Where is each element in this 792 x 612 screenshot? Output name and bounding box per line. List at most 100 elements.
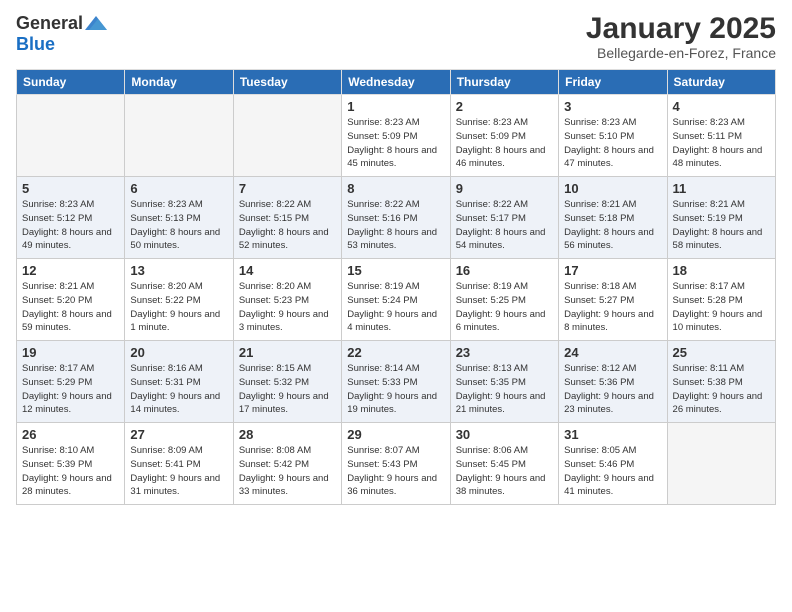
- day-number: 7: [239, 181, 336, 196]
- header-friday: Friday: [559, 70, 667, 95]
- table-row: 31Sunrise: 8:05 AM Sunset: 5:46 PM Dayli…: [559, 423, 667, 505]
- table-row: 16Sunrise: 8:19 AM Sunset: 5:25 PM Dayli…: [450, 259, 558, 341]
- day-info: Sunrise: 8:17 AM Sunset: 5:28 PM Dayligh…: [673, 280, 770, 335]
- day-number: 13: [130, 263, 227, 278]
- day-number: 4: [673, 99, 770, 114]
- day-info: Sunrise: 8:15 AM Sunset: 5:32 PM Dayligh…: [239, 362, 336, 417]
- table-row: 11Sunrise: 8:21 AM Sunset: 5:19 PM Dayli…: [667, 177, 775, 259]
- day-info: Sunrise: 8:23 AM Sunset: 5:11 PM Dayligh…: [673, 116, 770, 171]
- day-number: 14: [239, 263, 336, 278]
- day-number: 12: [22, 263, 119, 278]
- day-info: Sunrise: 8:16 AM Sunset: 5:31 PM Dayligh…: [130, 362, 227, 417]
- table-row: 24 Sunrise: 8:12 AM Sunset: 5:36 PM Dayli…: [559, 341, 667, 423]
- day-info: Sunrise: 8:22 AM Sunset: 5:15 PM Dayligh…: [239, 198, 336, 253]
- table-row: 26 Sunrise: 8:10 AM Sunset: 5:39 PM Dayli…: [17, 423, 125, 505]
- day-number: 1: [347, 99, 444, 114]
- header-monday: Monday: [125, 70, 233, 95]
- day-info: Sunrise: 8:18 AM Sunset: 5:27 PM Dayligh…: [564, 280, 661, 335]
- calendar-header-row: Sunday Monday Tuesday Wednesday Thursday…: [17, 70, 776, 95]
- table-row: 27Sunrise: 8:09 AM Sunset: 5:41 PM Dayli…: [125, 423, 233, 505]
- day-number: 20: [130, 345, 227, 360]
- day-number: 26: [22, 427, 119, 442]
- day-info: Sunrise: 8:23 AM Sunset: 5:09 PM Dayligh…: [347, 116, 444, 171]
- calendar-week-row: 19 Sunrise: 8:17 AM Sunset: 5:29 PM Dayli…: [17, 341, 776, 423]
- day-number: 3: [564, 99, 661, 114]
- table-row: 20 Sunrise: 8:16 AM Sunset: 5:31 PM Dayli…: [125, 341, 233, 423]
- logo-blue-text: Blue: [16, 34, 55, 54]
- day-info: Sunrise: 8:17 AM Sunset: 5:29 PM Dayligh…: [22, 362, 119, 417]
- table-row: 7 Sunrise: 8:22 AM Sunset: 5:15 PM Daylig…: [233, 177, 341, 259]
- day-info: Sunrise: 8:23 AM Sunset: 5:13 PM Dayligh…: [130, 198, 227, 253]
- calendar: Sunday Monday Tuesday Wednesday Thursday…: [16, 69, 776, 505]
- table-row: 8 Sunrise: 8:22 AM Sunset: 5:16 PM Daylig…: [342, 177, 450, 259]
- day-info: Sunrise: 8:20 AM Sunset: 5:22 PM Dayligh…: [130, 280, 227, 335]
- table-row: 21Sunrise: 8:15 AM Sunset: 5:32 PM Dayli…: [233, 341, 341, 423]
- month-title: January 2025: [586, 12, 776, 45]
- day-info: Sunrise: 8:21 AM Sunset: 5:18 PM Dayligh…: [564, 198, 661, 253]
- table-row: 1 Sunrise: 8:23 AM Sunset: 5:09 PM Daylig…: [342, 95, 450, 177]
- day-info: Sunrise: 8:13 AM Sunset: 5:35 PM Dayligh…: [456, 362, 553, 417]
- calendar-week-row: 5 Sunrise: 8:23 AM Sunset: 5:12 PM Daylig…: [17, 177, 776, 259]
- day-number: 8: [347, 181, 444, 196]
- table-row: 19 Sunrise: 8:17 AM Sunset: 5:29 PM Dayli…: [17, 341, 125, 423]
- day-number: 22: [347, 345, 444, 360]
- day-info: Sunrise: 8:21 AM Sunset: 5:20 PM Dayligh…: [22, 280, 119, 335]
- logo-icon: [85, 12, 107, 34]
- day-info: Sunrise: 8:19 AM Sunset: 5:25 PM Dayligh…: [456, 280, 553, 335]
- day-number: 2: [456, 99, 553, 114]
- day-info: Sunrise: 8:10 AM Sunset: 5:39 PM Dayligh…: [22, 444, 119, 499]
- table-row: 13 Sunrise: 8:20 AM Sunset: 5:22 PM Dayli…: [125, 259, 233, 341]
- day-info: Sunrise: 8:23 AM Sunset: 5:09 PM Dayligh…: [456, 116, 553, 171]
- day-info: Sunrise: 8:12 AM Sunset: 5:36 PM Dayligh…: [564, 362, 661, 417]
- day-number: 10: [564, 181, 661, 196]
- day-info: Sunrise: 8:22 AM Sunset: 5:16 PM Dayligh…: [347, 198, 444, 253]
- day-info: Sunrise: 8:07 AM Sunset: 5:43 PM Dayligh…: [347, 444, 444, 499]
- table-row: 10 Sunrise: 8:21 AM Sunset: 5:18 PM Dayli…: [559, 177, 667, 259]
- table-row: 3 Sunrise: 8:23 AM Sunset: 5:10 PM Daylig…: [559, 95, 667, 177]
- calendar-week-row: 26 Sunrise: 8:10 AM Sunset: 5:39 PM Dayli…: [17, 423, 776, 505]
- table-row: [17, 95, 125, 177]
- day-info: Sunrise: 8:19 AM Sunset: 5:24 PM Dayligh…: [347, 280, 444, 335]
- day-info: Sunrise: 8:06 AM Sunset: 5:45 PM Dayligh…: [456, 444, 553, 499]
- table-row: 9Sunrise: 8:22 AM Sunset: 5:17 PM Daylig…: [450, 177, 558, 259]
- logo-general-text: General: [16, 13, 83, 34]
- table-row: 6Sunrise: 8:23 AM Sunset: 5:13 PM Daylig…: [125, 177, 233, 259]
- table-row: 25 Sunrise: 8:11 AM Sunset: 5:38 PM Dayli…: [667, 341, 775, 423]
- day-number: 19: [22, 345, 119, 360]
- table-row: 15Sunrise: 8:19 AM Sunset: 5:24 PM Dayli…: [342, 259, 450, 341]
- calendar-week-row: 1 Sunrise: 8:23 AM Sunset: 5:09 PM Daylig…: [17, 95, 776, 177]
- day-number: 11: [673, 181, 770, 196]
- day-number: 29: [347, 427, 444, 442]
- table-row: 28Sunrise: 8:08 AM Sunset: 5:42 PM Dayli…: [233, 423, 341, 505]
- page-header: General Blue January 2025 Bellegarde-en-…: [16, 12, 776, 61]
- table-row: 4 Sunrise: 8:23 AM Sunset: 5:11 PM Daylig…: [667, 95, 775, 177]
- day-number: 30: [456, 427, 553, 442]
- day-number: 31: [564, 427, 661, 442]
- table-row: 23 Sunrise: 8:13 AM Sunset: 5:35 PM Dayli…: [450, 341, 558, 423]
- header-wednesday: Wednesday: [342, 70, 450, 95]
- day-number: 9: [456, 181, 553, 196]
- day-number: 24: [564, 345, 661, 360]
- table-row: [667, 423, 775, 505]
- table-row: 17Sunrise: 8:18 AM Sunset: 5:27 PM Dayli…: [559, 259, 667, 341]
- calendar-week-row: 12 Sunrise: 8:21 AM Sunset: 5:20 PM Dayli…: [17, 259, 776, 341]
- day-number: 23: [456, 345, 553, 360]
- table-row: [125, 95, 233, 177]
- day-info: Sunrise: 8:11 AM Sunset: 5:38 PM Dayligh…: [673, 362, 770, 417]
- table-row: 30 Sunrise: 8:06 AM Sunset: 5:45 PM Dayli…: [450, 423, 558, 505]
- table-row: 14 Sunrise: 8:20 AM Sunset: 5:23 PM Dayli…: [233, 259, 341, 341]
- day-info: Sunrise: 8:20 AM Sunset: 5:23 PM Dayligh…: [239, 280, 336, 335]
- day-info: Sunrise: 8:23 AM Sunset: 5:12 PM Dayligh…: [22, 198, 119, 253]
- header-sunday: Sunday: [17, 70, 125, 95]
- header-tuesday: Tuesday: [233, 70, 341, 95]
- title-block: January 2025 Bellegarde-en-Forez, France: [586, 12, 776, 61]
- table-row: 18Sunrise: 8:17 AM Sunset: 5:28 PM Dayli…: [667, 259, 775, 341]
- day-info: Sunrise: 8:23 AM Sunset: 5:10 PM Dayligh…: [564, 116, 661, 171]
- table-row: 2 Sunrise: 8:23 AM Sunset: 5:09 PM Daylig…: [450, 95, 558, 177]
- table-row: [233, 95, 341, 177]
- day-info: Sunrise: 8:08 AM Sunset: 5:42 PM Dayligh…: [239, 444, 336, 499]
- table-row: 12 Sunrise: 8:21 AM Sunset: 5:20 PM Dayli…: [17, 259, 125, 341]
- table-row: 29 Sunrise: 8:07 AM Sunset: 5:43 PM Dayli…: [342, 423, 450, 505]
- day-number: 25: [673, 345, 770, 360]
- day-number: 5: [22, 181, 119, 196]
